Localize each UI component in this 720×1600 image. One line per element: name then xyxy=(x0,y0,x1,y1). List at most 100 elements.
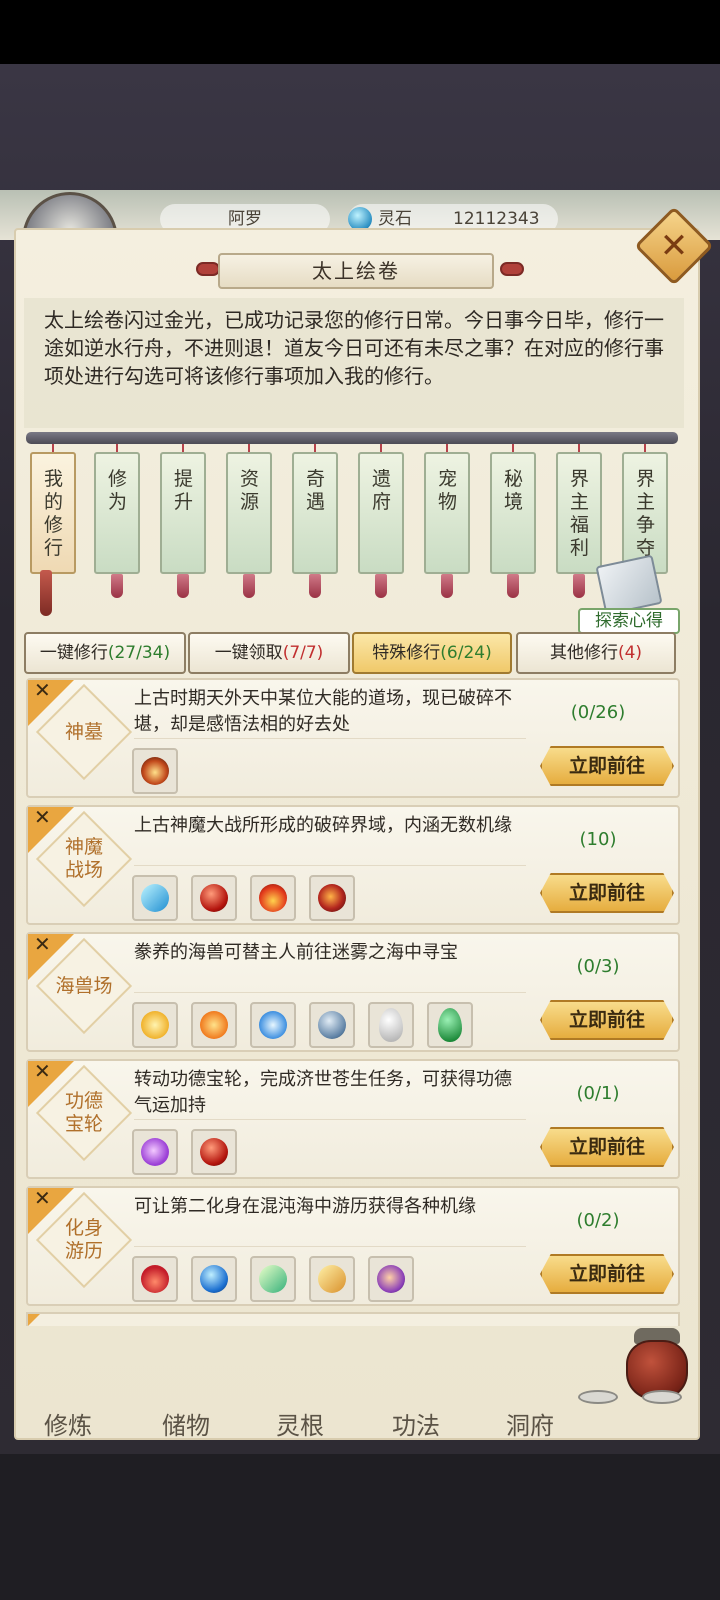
activity-description: 可让第二化身在混沌海中游历获得各种机缘 xyxy=(134,1196,476,1217)
white-egg-icon-art xyxy=(379,1008,403,1042)
red-flame-icon[interactable] xyxy=(132,1256,178,1302)
list-item: ✕ 神墓 上古时期天外天中某位大能的道场，现已破碎不堪，却是感悟法相的好去处 (0/2… xyxy=(26,678,680,798)
remove-icon[interactable]: ✕ xyxy=(34,1059,51,1083)
card-corner xyxy=(28,1314,40,1326)
filter-tab-label: 其他修行 xyxy=(549,643,618,663)
blue-orb-icon-art xyxy=(200,1265,228,1293)
filter-tab-0[interactable]: 一键修行(27/34) xyxy=(24,632,186,674)
red-orb-icon[interactable] xyxy=(191,1129,237,1175)
violet-orb-icon[interactable] xyxy=(368,1256,414,1302)
filter-tab-label: 特殊修行 xyxy=(372,643,441,663)
filter-tab-count: (27/34) xyxy=(107,643,171,663)
go-now-button[interactable]: 立即前往 xyxy=(540,1254,674,1294)
divider xyxy=(134,865,526,866)
filter-tab-3[interactable]: 其他修行(4) xyxy=(516,632,676,674)
water-crown-icon[interactable] xyxy=(250,1002,296,1048)
activity-name-text: 功德宝轮 xyxy=(64,1090,103,1135)
gold-flower-icon-art xyxy=(141,1011,169,1039)
tab-tassel xyxy=(243,574,255,598)
status-bar-area xyxy=(0,0,720,64)
scroll-tab-6[interactable]: 宠物 xyxy=(424,452,470,574)
activity-name-text: 海兽场 xyxy=(55,974,113,997)
activity-name: 海兽场 xyxy=(42,956,126,1016)
go-now-button[interactable]: 立即前往 xyxy=(540,1000,674,1040)
remove-icon[interactable]: ✕ xyxy=(34,805,51,829)
red-flame-icon-art xyxy=(141,1265,169,1293)
remove-icon[interactable]: ✕ xyxy=(34,678,51,702)
scroll-tab-5[interactable]: 遗府 xyxy=(358,452,404,574)
explore-notes-button[interactable]: 探索心得 xyxy=(578,608,680,634)
tab-tassel xyxy=(177,574,189,598)
list-item: ✕ 神魔战场 上古神魔大战所形成的破碎界域，内涵无数机缘 (10) 立即前往 xyxy=(26,805,680,925)
activity-progress: (0/1) xyxy=(576,1083,620,1104)
nav-item-2[interactable]: 灵根 xyxy=(276,1406,324,1441)
bottom-area xyxy=(0,1454,720,1600)
scroll-tab-3[interactable]: 资源 xyxy=(226,452,272,574)
cup-icon xyxy=(578,1390,618,1404)
list-item: ✕ 功德宝轮 转动功德宝轮，完成济世苍生任务，可获得功德气运加持 (0/1) 立即前往 xyxy=(26,1059,680,1179)
green-crystal-icon[interactable] xyxy=(250,1256,296,1302)
remove-icon[interactable]: ✕ xyxy=(34,1186,51,1210)
red-orb-icon[interactable] xyxy=(191,875,237,921)
purple-swirl-icon[interactable] xyxy=(132,1129,178,1175)
cup-icon xyxy=(642,1390,682,1404)
activity-description: 上古时期天外天中某位大能的道场，现已破碎不堪，却是感悟法相的好去处 xyxy=(134,688,512,735)
white-egg-icon[interactable] xyxy=(368,1002,414,1048)
go-now-button[interactable]: 立即前往 xyxy=(540,873,674,913)
gold-leaf-icon[interactable] xyxy=(309,1256,355,1302)
activity-name: 功德宝轮 xyxy=(42,1083,126,1143)
tab-tassel xyxy=(309,574,321,598)
gold-leaf-icon-art xyxy=(318,1265,346,1293)
activity-progress: (0/2) xyxy=(576,1210,620,1231)
red-orb-icon-art xyxy=(200,884,228,912)
shrine-icon-art xyxy=(141,757,169,785)
activity-description: 豢养的海兽可替主人前往迷雾之海中寻宝 xyxy=(134,942,458,963)
divider xyxy=(134,1246,526,1247)
divider xyxy=(134,738,526,739)
gold-flower-icon[interactable] xyxy=(132,1002,178,1048)
list-item: ✕ 海兽场 豢养的海兽可替主人前往迷雾之海中寻宝 (0/3) 立即前往 xyxy=(26,932,680,1052)
filter-tab-1[interactable]: 一键领取(7/7) xyxy=(188,632,350,674)
nav-item-1[interactable]: 储物 xyxy=(162,1406,210,1441)
shrine-icon[interactable] xyxy=(132,748,178,794)
tab-tassel xyxy=(111,574,123,598)
divider xyxy=(134,1119,526,1120)
green-egg-icon[interactable] xyxy=(427,1002,473,1048)
filter-tab-2[interactable]: 特殊修行(6/24) xyxy=(352,632,512,674)
scroll-tab-8[interactable]: 界主福利 xyxy=(556,452,602,574)
close-icon[interactable]: ✕ xyxy=(650,222,698,270)
nav-item-4[interactable]: 洞府 xyxy=(506,1406,554,1441)
activity-name: 化身游历 xyxy=(42,1210,126,1270)
activity-description: 上古神魔大战所形成的破碎界域，内涵无数机缘 xyxy=(134,815,512,836)
activity-name: 神墓 xyxy=(42,702,126,762)
scroll-tab-7[interactable]: 秘境 xyxy=(490,452,536,574)
scroll-tab-1[interactable]: 修为 xyxy=(94,452,140,574)
orange-flower-icon[interactable] xyxy=(191,1002,237,1048)
blue-crystal-icon[interactable] xyxy=(132,875,178,921)
game-screen: 阿罗 灵石 12112343 太上绘卷 ✕ 太上绘卷闪过金光，已成功记录您的修行… xyxy=(0,0,720,1600)
nav-item-0[interactable]: 修炼 xyxy=(44,1406,92,1441)
scroll-tab-4[interactable]: 奇遇 xyxy=(292,452,338,574)
list-item: ✕ 化身游历 可让第二化身在混沌海中游历获得各种机缘 (0/2) 立即前往 xyxy=(26,1186,680,1306)
scroll-tab-2[interactable]: 提升 xyxy=(160,452,206,574)
filter-tab-count: (7/7) xyxy=(282,643,324,663)
purple-swirl-icon-art xyxy=(141,1138,169,1166)
title-knob-right xyxy=(500,262,524,276)
hanging-rail xyxy=(26,432,678,444)
blue-pearl-icon[interactable] xyxy=(309,1002,355,1048)
scroll-tab-0[interactable]: 我的修行 xyxy=(30,452,76,574)
remove-icon[interactable]: ✕ xyxy=(34,932,51,956)
go-now-button[interactable]: 立即前往 xyxy=(540,1127,674,1167)
demon-orb-icon[interactable] xyxy=(309,875,355,921)
flame-icon[interactable] xyxy=(250,875,296,921)
nav-item-3[interactable]: 功法 xyxy=(392,1406,440,1441)
activity-name: 神魔战场 xyxy=(42,829,126,889)
water-crown-icon-art xyxy=(259,1011,287,1039)
blue-orb-icon[interactable] xyxy=(191,1256,237,1302)
go-now-button[interactable]: 立即前往 xyxy=(540,746,674,786)
activity-progress: (0/3) xyxy=(576,956,620,977)
violet-orb-icon-art xyxy=(377,1265,405,1293)
green-egg-icon-art xyxy=(438,1008,462,1042)
title-knob-left xyxy=(196,262,220,276)
flame-icon-art xyxy=(259,884,287,912)
